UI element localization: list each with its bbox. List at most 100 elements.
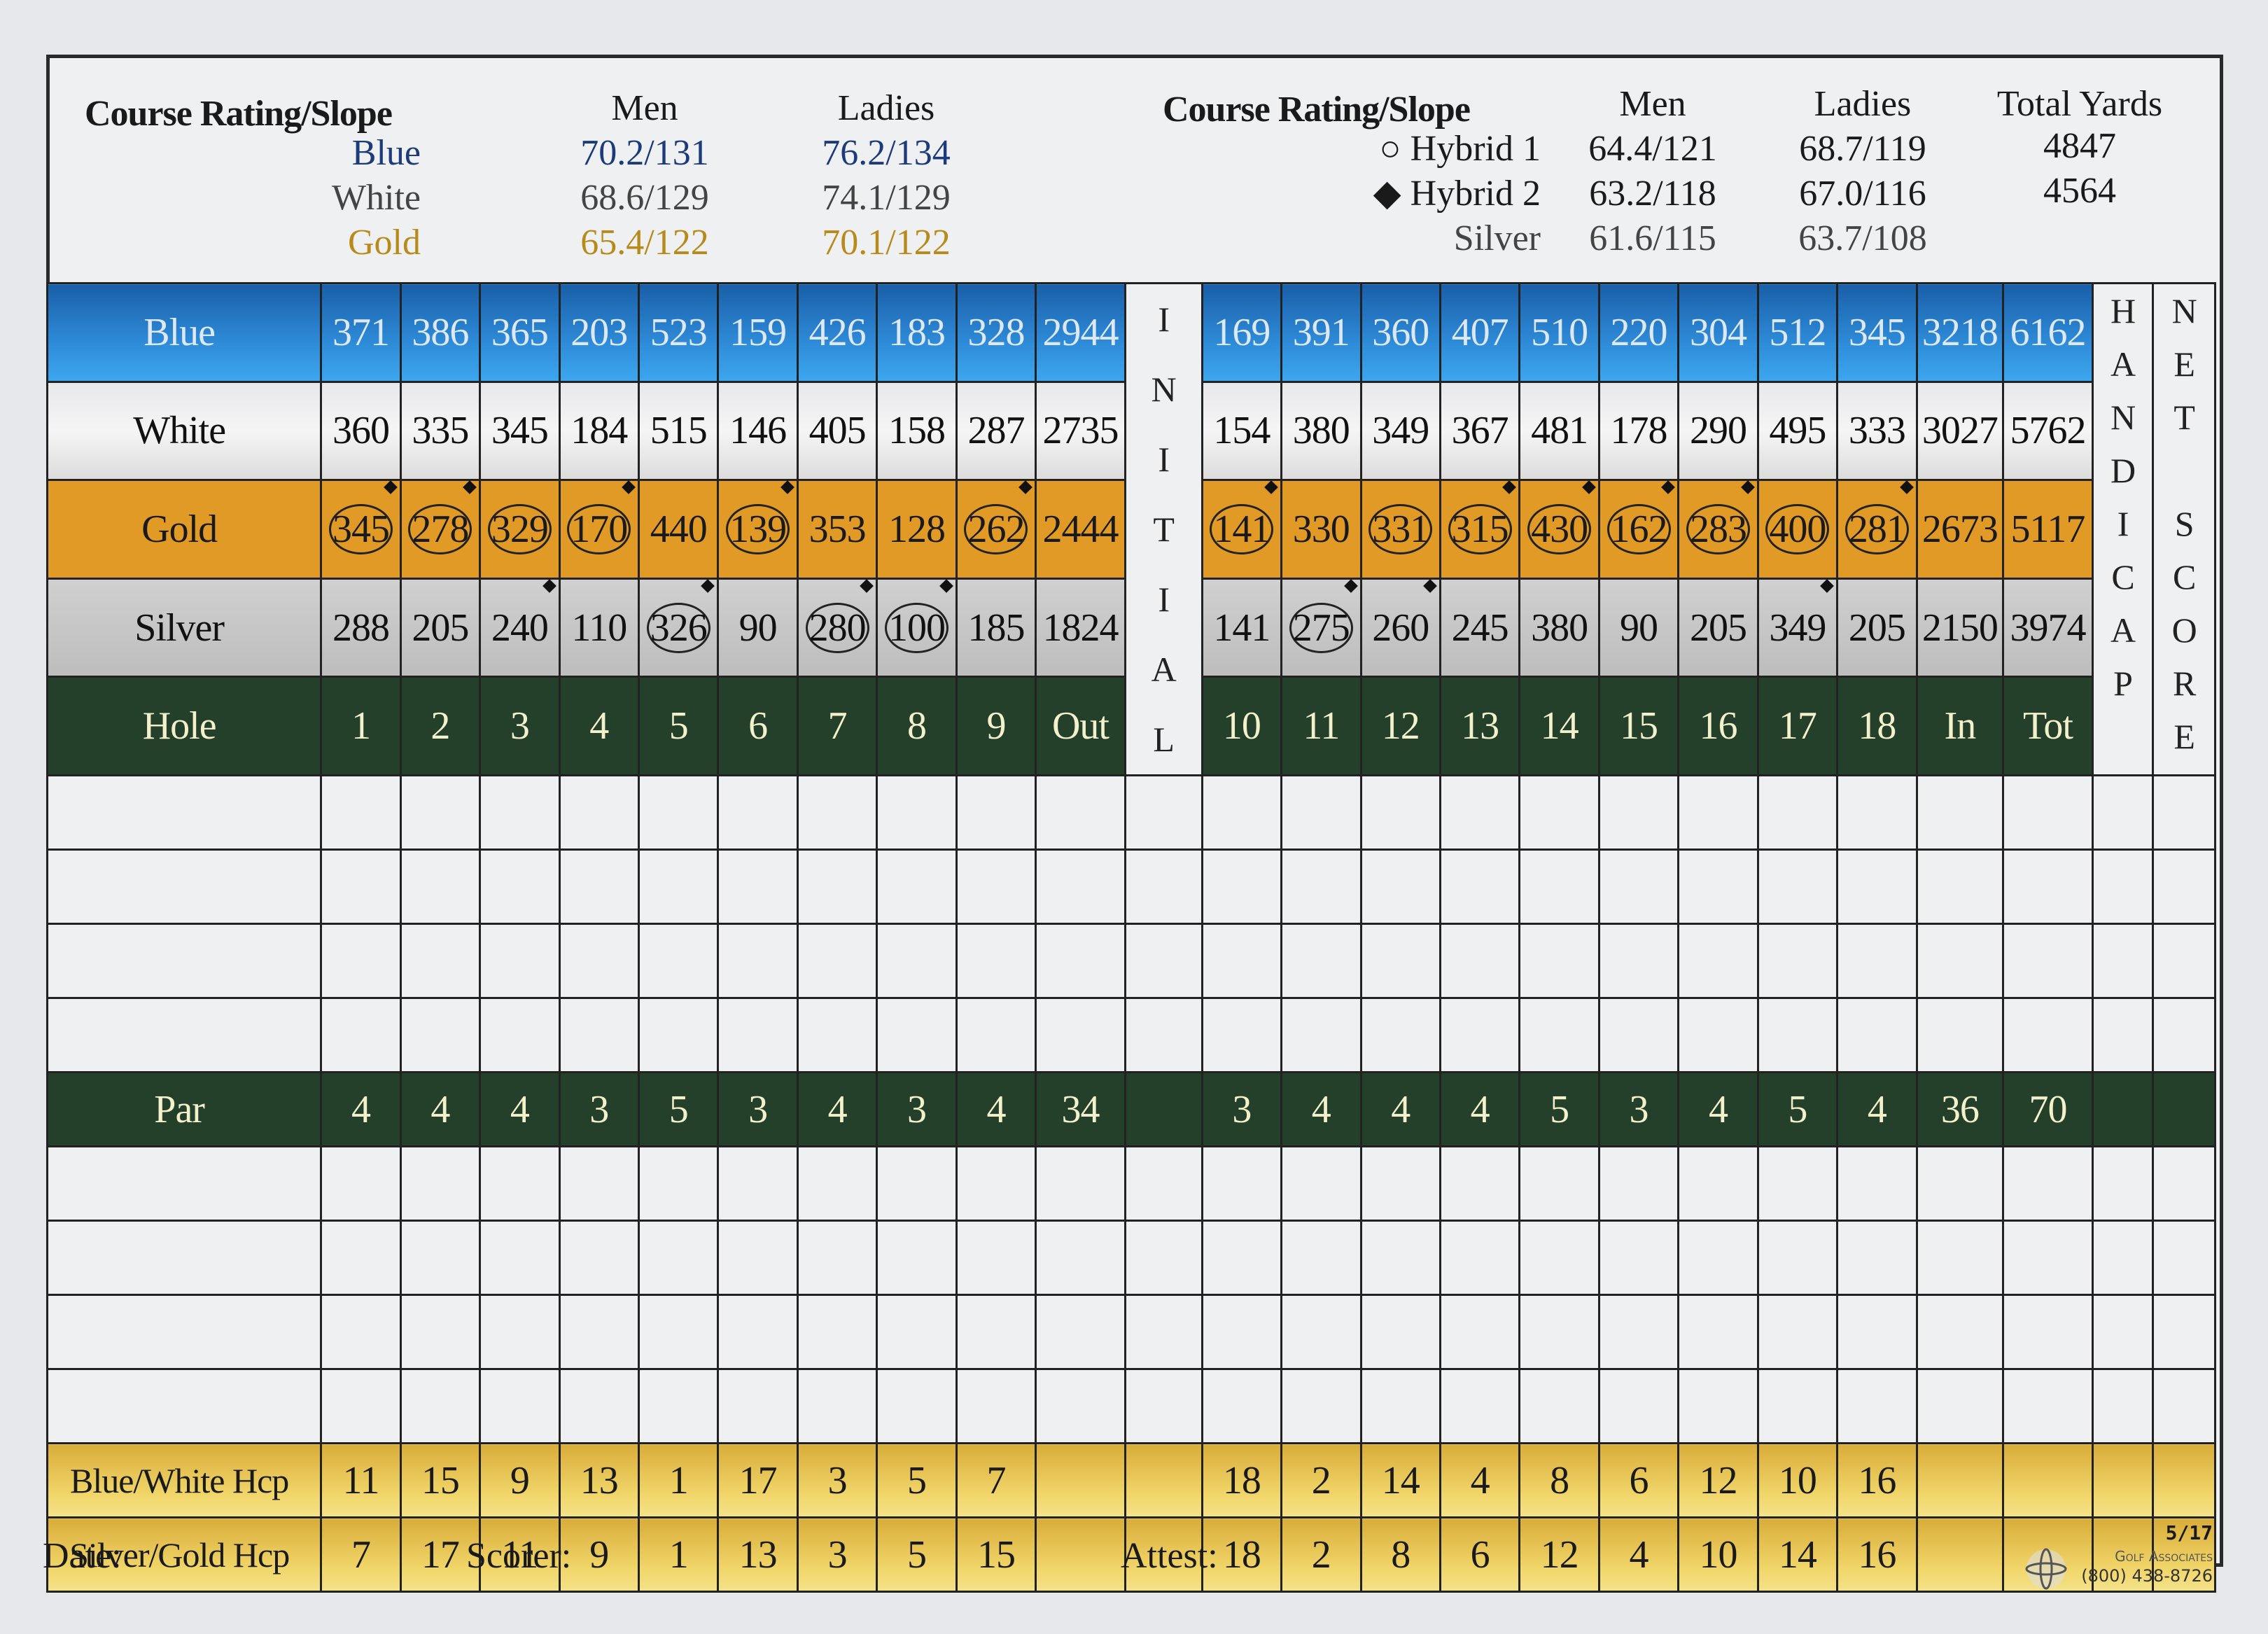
score-cell[interactable] (479, 923, 561, 999)
initial-cell[interactable] (1124, 774, 1203, 851)
score-cell[interactable] (399, 1294, 482, 1370)
score-cell[interactable] (1756, 1145, 1839, 1222)
net-score-cell[interactable] (2152, 849, 2216, 925)
score-cell[interactable] (638, 1294, 720, 1370)
score-cell[interactable] (1518, 1220, 1600, 1296)
score-cell[interactable] (1518, 1145, 1600, 1222)
score-cell[interactable] (1677, 1220, 1759, 1296)
total-score-cell[interactable] (2002, 997, 2094, 1073)
score-cell[interactable] (1518, 849, 1600, 925)
scorer-field[interactable]: Scorer: (466, 1535, 571, 1577)
score-cell[interactable] (638, 774, 720, 851)
score-cell[interactable] (399, 923, 482, 999)
score-cell[interactable] (876, 1220, 958, 1296)
net-score-cell[interactable] (2152, 923, 2216, 999)
score-cell[interactable] (796, 774, 878, 851)
score-cell[interactable] (320, 1220, 402, 1296)
score-cell[interactable] (1280, 923, 1362, 999)
score-cell[interactable] (479, 774, 561, 851)
score-cell[interactable] (479, 997, 561, 1073)
player-name-cell[interactable] (46, 774, 323, 851)
score-cell[interactable] (1836, 923, 1918, 999)
in-score-cell[interactable] (1915, 849, 2005, 925)
score-cell[interactable] (1438, 923, 1521, 999)
total-score-cell[interactable] (2002, 1220, 2094, 1296)
score-cell[interactable] (479, 1220, 561, 1296)
score-cell[interactable] (1280, 774, 1362, 851)
score-cell[interactable] (1438, 1220, 1521, 1296)
score-cell[interactable] (1438, 774, 1521, 851)
score-cell[interactable] (1359, 849, 1441, 925)
in-score-cell[interactable] (1915, 1145, 2005, 1222)
score-cell[interactable] (1200, 849, 1283, 925)
score-cell[interactable] (638, 923, 720, 999)
score-cell[interactable] (1200, 1294, 1283, 1370)
out-score-cell[interactable] (1035, 1220, 1126, 1296)
score-cell[interactable] (1597, 849, 1680, 925)
score-cell[interactable] (955, 774, 1037, 851)
score-cell[interactable] (1597, 1368, 1680, 1444)
out-score-cell[interactable] (1035, 849, 1126, 925)
in-score-cell[interactable] (1915, 1294, 2005, 1370)
score-cell[interactable] (558, 923, 640, 999)
out-score-cell[interactable] (1035, 1294, 1126, 1370)
handicap-column[interactable]: HANDICAP (2091, 282, 2155, 776)
net-score-cell[interactable] (2152, 774, 2216, 851)
score-cell[interactable] (1836, 1368, 1918, 1444)
score-cell[interactable] (399, 1220, 482, 1296)
score-cell[interactable] (1597, 923, 1680, 999)
score-cell[interactable] (876, 1368, 958, 1444)
score-cell[interactable] (1836, 849, 1918, 925)
total-score-cell[interactable] (2002, 849, 2094, 925)
score-cell[interactable] (796, 1294, 878, 1370)
initial-cell[interactable] (1124, 1220, 1203, 1296)
net-score-cell[interactable] (2152, 1294, 2216, 1370)
score-cell[interactable] (796, 1220, 878, 1296)
score-cell[interactable] (1677, 923, 1759, 999)
score-cell[interactable] (1756, 1220, 1839, 1296)
initial-cell[interactable] (1124, 1368, 1203, 1444)
score-cell[interactable] (1756, 849, 1839, 925)
total-score-cell[interactable] (2002, 923, 2094, 999)
score-cell[interactable] (1359, 1294, 1441, 1370)
score-cell[interactable] (558, 1220, 640, 1296)
score-cell[interactable] (796, 923, 878, 999)
score-cell[interactable] (399, 849, 482, 925)
score-cell[interactable] (955, 997, 1037, 1073)
score-cell[interactable] (717, 1145, 799, 1222)
score-cell[interactable] (1597, 774, 1680, 851)
score-cell[interactable] (1836, 1145, 1918, 1222)
score-cell[interactable] (1677, 774, 1759, 851)
total-score-cell[interactable] (2002, 1145, 2094, 1222)
score-cell[interactable] (1438, 1368, 1521, 1444)
in-score-cell[interactable] (1915, 923, 2005, 999)
score-cell[interactable] (796, 849, 878, 925)
score-cell[interactable] (320, 774, 402, 851)
score-cell[interactable] (1677, 1368, 1759, 1444)
score-cell[interactable] (1200, 1145, 1283, 1222)
score-cell[interactable] (320, 1145, 402, 1222)
score-cell[interactable] (1438, 849, 1521, 925)
score-cell[interactable] (1280, 1220, 1362, 1296)
score-cell[interactable] (1677, 849, 1759, 925)
initial-cell[interactable] (1124, 849, 1203, 925)
score-cell[interactable] (1359, 923, 1441, 999)
score-cell[interactable] (320, 849, 402, 925)
score-cell[interactable] (320, 1294, 402, 1370)
score-cell[interactable] (717, 774, 799, 851)
score-cell[interactable] (320, 923, 402, 999)
score-cell[interactable] (558, 1368, 640, 1444)
net-score-cell[interactable] (2152, 1145, 2216, 1222)
score-cell[interactable] (955, 849, 1037, 925)
score-cell[interactable] (399, 1145, 482, 1222)
score-cell[interactable] (717, 849, 799, 925)
score-cell[interactable] (1438, 997, 1521, 1073)
score-cell[interactable] (1280, 1294, 1362, 1370)
handicap-cell[interactable] (2091, 1294, 2155, 1370)
score-cell[interactable] (1677, 1145, 1759, 1222)
score-cell[interactable] (1359, 1145, 1441, 1222)
handicap-cell[interactable] (2091, 1368, 2155, 1444)
score-cell[interactable] (796, 1145, 878, 1222)
score-cell[interactable] (479, 1368, 561, 1444)
score-cell[interactable] (1597, 997, 1680, 1073)
